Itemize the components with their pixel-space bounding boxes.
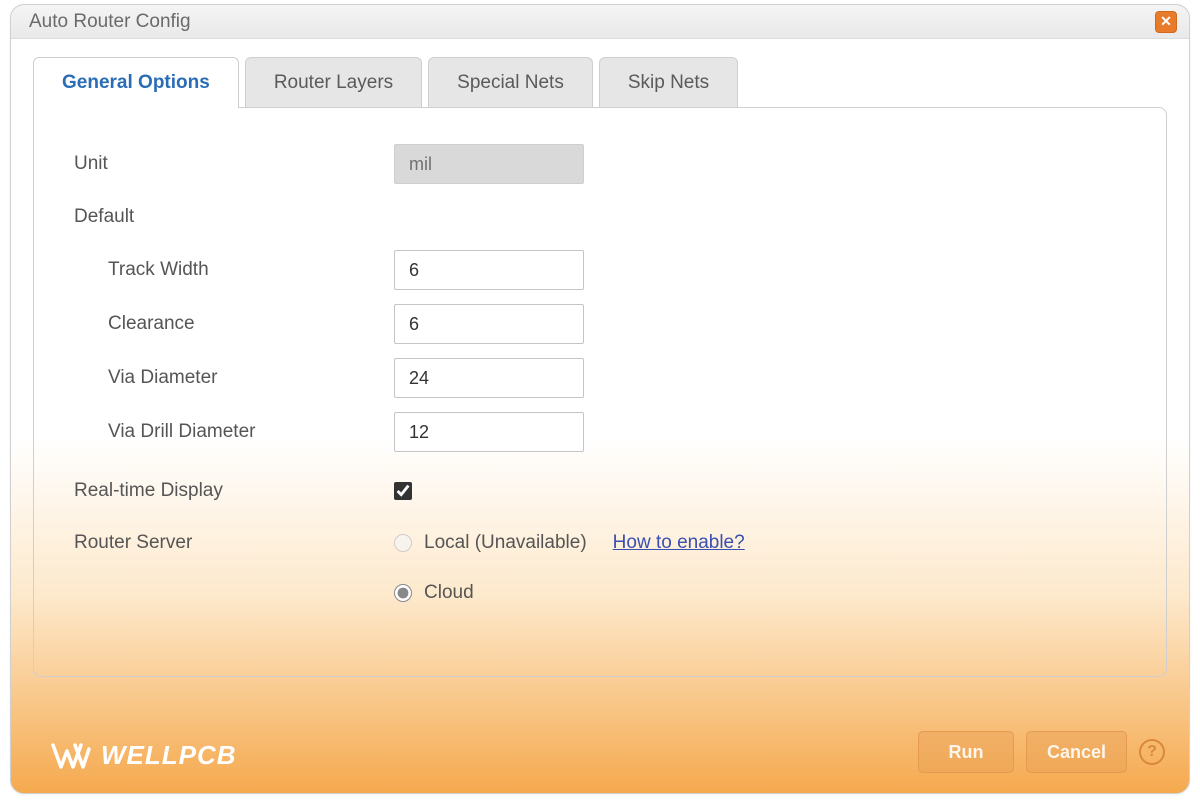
watermark: WELLPCB (51, 740, 237, 771)
row-via-diameter: Via Diameter (74, 358, 1126, 398)
window-title: Auto Router Config (29, 11, 191, 33)
unit-field: mil (394, 144, 584, 184)
radio-cloud-label: Cloud (424, 582, 474, 604)
track-width-input[interactable] (394, 250, 584, 290)
titlebar: Auto Router Config ✕ (11, 5, 1189, 39)
tab-router-layers[interactable]: Router Layers (245, 57, 422, 108)
unit-label: Unit (74, 153, 394, 175)
close-button[interactable]: ✕ (1155, 11, 1177, 33)
dialog-footer: Run Cancel ? (918, 731, 1165, 773)
radio-local[interactable] (394, 534, 412, 552)
router-server-radio-group: Local (Unavailable) How to enable? Cloud (394, 532, 745, 604)
default-section-label: Default (74, 206, 1126, 228)
row-realtime: Real-time Display (74, 480, 1126, 502)
via-drill-label: Via Drill Diameter (74, 421, 394, 443)
radio-local-label: Local (Unavailable) (424, 532, 587, 554)
tab-panel-general: Unit mil Default Track Width Clearance V… (33, 107, 1167, 677)
via-diameter-label: Via Diameter (74, 367, 394, 389)
content-area: General Options Router Layers Special Ne… (11, 39, 1189, 793)
help-icon[interactable]: ? (1139, 739, 1165, 765)
auto-router-config-dialog: Auto Router Config ✕ General Options Rou… (10, 4, 1190, 794)
row-clearance: Clearance (74, 304, 1126, 344)
row-unit: Unit mil (74, 144, 1126, 184)
clearance-input[interactable] (394, 304, 584, 344)
tab-skip-nets[interactable]: Skip Nets (599, 57, 738, 108)
how-to-enable-link[interactable]: How to enable? (613, 532, 745, 554)
run-button[interactable]: Run (918, 731, 1014, 773)
watermark-text: WELLPCB (101, 740, 237, 771)
realtime-label: Real-time Display (74, 480, 394, 502)
tab-special-nets[interactable]: Special Nets (428, 57, 593, 108)
radio-cloud[interactable] (394, 584, 412, 602)
realtime-checkbox[interactable] (394, 482, 412, 500)
radio-line-local: Local (Unavailable) How to enable? (394, 532, 745, 554)
via-drill-input[interactable] (394, 412, 584, 452)
radio-line-cloud: Cloud (394, 582, 745, 604)
tab-general-options[interactable]: General Options (33, 57, 239, 108)
tab-row: General Options Router Layers Special Ne… (33, 57, 1167, 108)
clearance-label: Clearance (74, 313, 394, 335)
row-track-width: Track Width (74, 250, 1126, 290)
router-server-label: Router Server (74, 532, 394, 554)
row-via-drill: Via Drill Diameter (74, 412, 1126, 452)
close-icon: ✕ (1160, 13, 1172, 30)
via-diameter-input[interactable] (394, 358, 584, 398)
track-width-label: Track Width (74, 259, 394, 281)
cancel-button[interactable]: Cancel (1026, 731, 1127, 773)
watermark-logo-icon (51, 741, 91, 771)
row-router-server: Router Server Local (Unavailable) How to… (74, 532, 1126, 604)
